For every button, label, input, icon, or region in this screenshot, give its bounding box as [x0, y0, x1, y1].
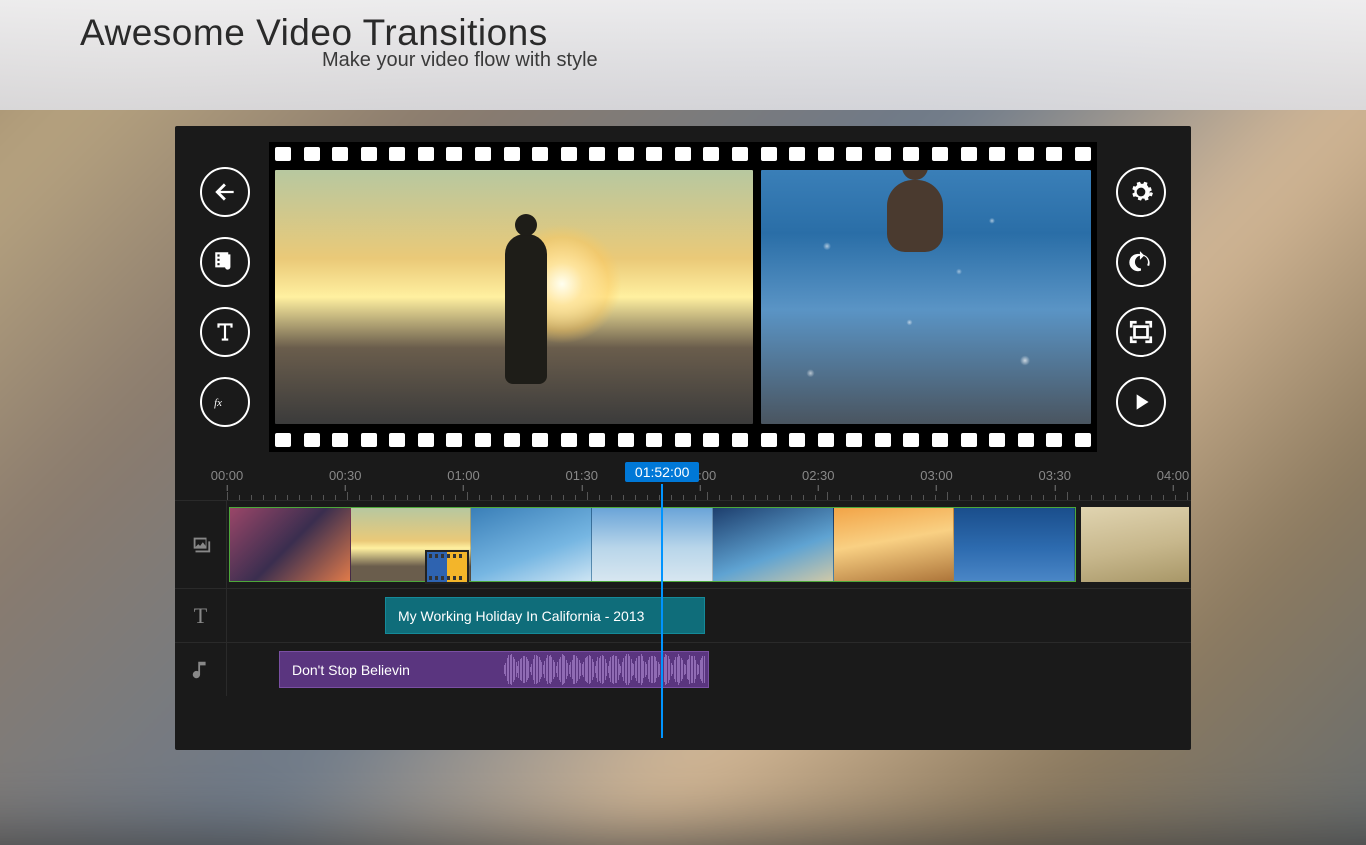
- audio-clip-label: Don't Stop Believin: [292, 662, 410, 678]
- video-clip[interactable]: [1081, 507, 1189, 582]
- video-thumb[interactable]: [230, 508, 351, 581]
- preview-frame-b: [761, 170, 1091, 424]
- video-track-header[interactable]: [175, 501, 227, 588]
- text-t-icon: [212, 319, 238, 345]
- media-film-music-icon: [212, 249, 238, 275]
- transition-icon[interactable]: [425, 550, 469, 584]
- playhead[interactable]: 01:52:00: [625, 462, 699, 482]
- ruler-label: 03:00: [920, 468, 953, 483]
- back-button[interactable]: [200, 167, 250, 217]
- video-editor-panel: fx: [175, 126, 1191, 750]
- video-thumb[interactable]: [471, 508, 592, 581]
- preview-row: fx: [175, 126, 1191, 462]
- video-track-body[interactable]: [227, 501, 1191, 588]
- ruler-tick: 01:00: [447, 468, 480, 491]
- playhead-time: 01:52:00: [625, 462, 699, 482]
- play-button[interactable]: [1116, 377, 1166, 427]
- playhead-line: [661, 484, 663, 738]
- text-button[interactable]: [200, 307, 250, 357]
- left-toolbar: fx: [189, 167, 261, 427]
- timeline-area: 01:52:00 00:0000:3001:0001:3002:0002:300…: [175, 462, 1191, 750]
- play-icon: [1128, 389, 1154, 415]
- fullscreen-button[interactable]: [1116, 307, 1166, 357]
- music-note-icon: [190, 659, 212, 681]
- ruler-tick: 03:30: [1038, 468, 1071, 491]
- ruler-tick: 04:00: [1157, 468, 1190, 491]
- right-toolbar: [1105, 167, 1177, 427]
- settings-button[interactable]: [1116, 167, 1166, 217]
- ruler-label: 00:00: [211, 468, 244, 483]
- preview-filmstrip: [269, 142, 1097, 452]
- video-thumb[interactable]: [592, 508, 713, 581]
- film-content: [269, 166, 1097, 428]
- header-title: Awesome Video Transitions: [80, 12, 1366, 54]
- video-clip-strip[interactable]: [229, 507, 1076, 582]
- promo-header: Awesome Video Transitions Make your vide…: [0, 0, 1366, 110]
- header-subtitle: Make your video flow with style: [322, 49, 1366, 72]
- audio-track: Don't Stop Believin: [175, 642, 1191, 696]
- ruler-label: 03:30: [1038, 468, 1071, 483]
- text-clip-label: My Working Holiday In California - 2013: [398, 608, 644, 624]
- svg-text:fx: fx: [214, 397, 222, 409]
- ruler-tick: 00:30: [329, 468, 362, 491]
- undo-icon: [1128, 249, 1154, 275]
- text-track-header[interactable]: T: [175, 589, 227, 642]
- track-rows: T My Working Holiday In California - 201…: [175, 500, 1191, 696]
- ruler-tick: 03:00: [920, 468, 953, 491]
- gear-icon: [1128, 179, 1154, 205]
- text-t-icon: T: [194, 603, 207, 629]
- fx-button[interactable]: fx: [200, 377, 250, 427]
- sprocket-row-bottom: [269, 428, 1097, 452]
- text-track: T My Working Holiday In California - 201…: [175, 588, 1191, 642]
- video-thumb[interactable]: [713, 508, 834, 581]
- ruler-label: 01:30: [565, 468, 598, 483]
- ruler-tick: 01:30: [565, 468, 598, 491]
- back-arrow-icon: [212, 179, 238, 205]
- photo-stack-icon: [190, 534, 212, 556]
- sprocket-row-top: [269, 142, 1097, 166]
- undo-button[interactable]: [1116, 237, 1166, 287]
- video-thumb[interactable]: [954, 508, 1075, 581]
- preview-frame-a: [275, 170, 753, 424]
- audio-clip[interactable]: Don't Stop Believin: [279, 651, 709, 688]
- ruler-label: 01:00: [447, 468, 480, 483]
- text-track-body[interactable]: My Working Holiday In California - 2013: [227, 589, 1191, 642]
- video-thumb[interactable]: [834, 508, 955, 581]
- minor-ticks: [227, 490, 1187, 500]
- timeline-ruler[interactable]: 01:52:00 00:0000:3001:0001:3002:0002:300…: [175, 462, 1191, 500]
- ruler-tick: 00:00: [211, 468, 244, 491]
- fx-icon: fx: [212, 389, 238, 415]
- audio-track-body[interactable]: Don't Stop Believin: [227, 643, 1191, 696]
- ruler-label: 00:30: [329, 468, 362, 483]
- media-button[interactable]: [200, 237, 250, 287]
- ruler-label: 04:00: [1157, 468, 1190, 483]
- ruler-tick: 02:30: [802, 468, 835, 491]
- text-clip[interactable]: My Working Holiday In California - 2013: [385, 597, 705, 634]
- audio-track-header[interactable]: [175, 643, 227, 696]
- fullscreen-icon: [1128, 319, 1154, 345]
- waveform-icon: [504, 652, 704, 687]
- ruler-label: 02:30: [802, 468, 835, 483]
- video-track: [175, 500, 1191, 588]
